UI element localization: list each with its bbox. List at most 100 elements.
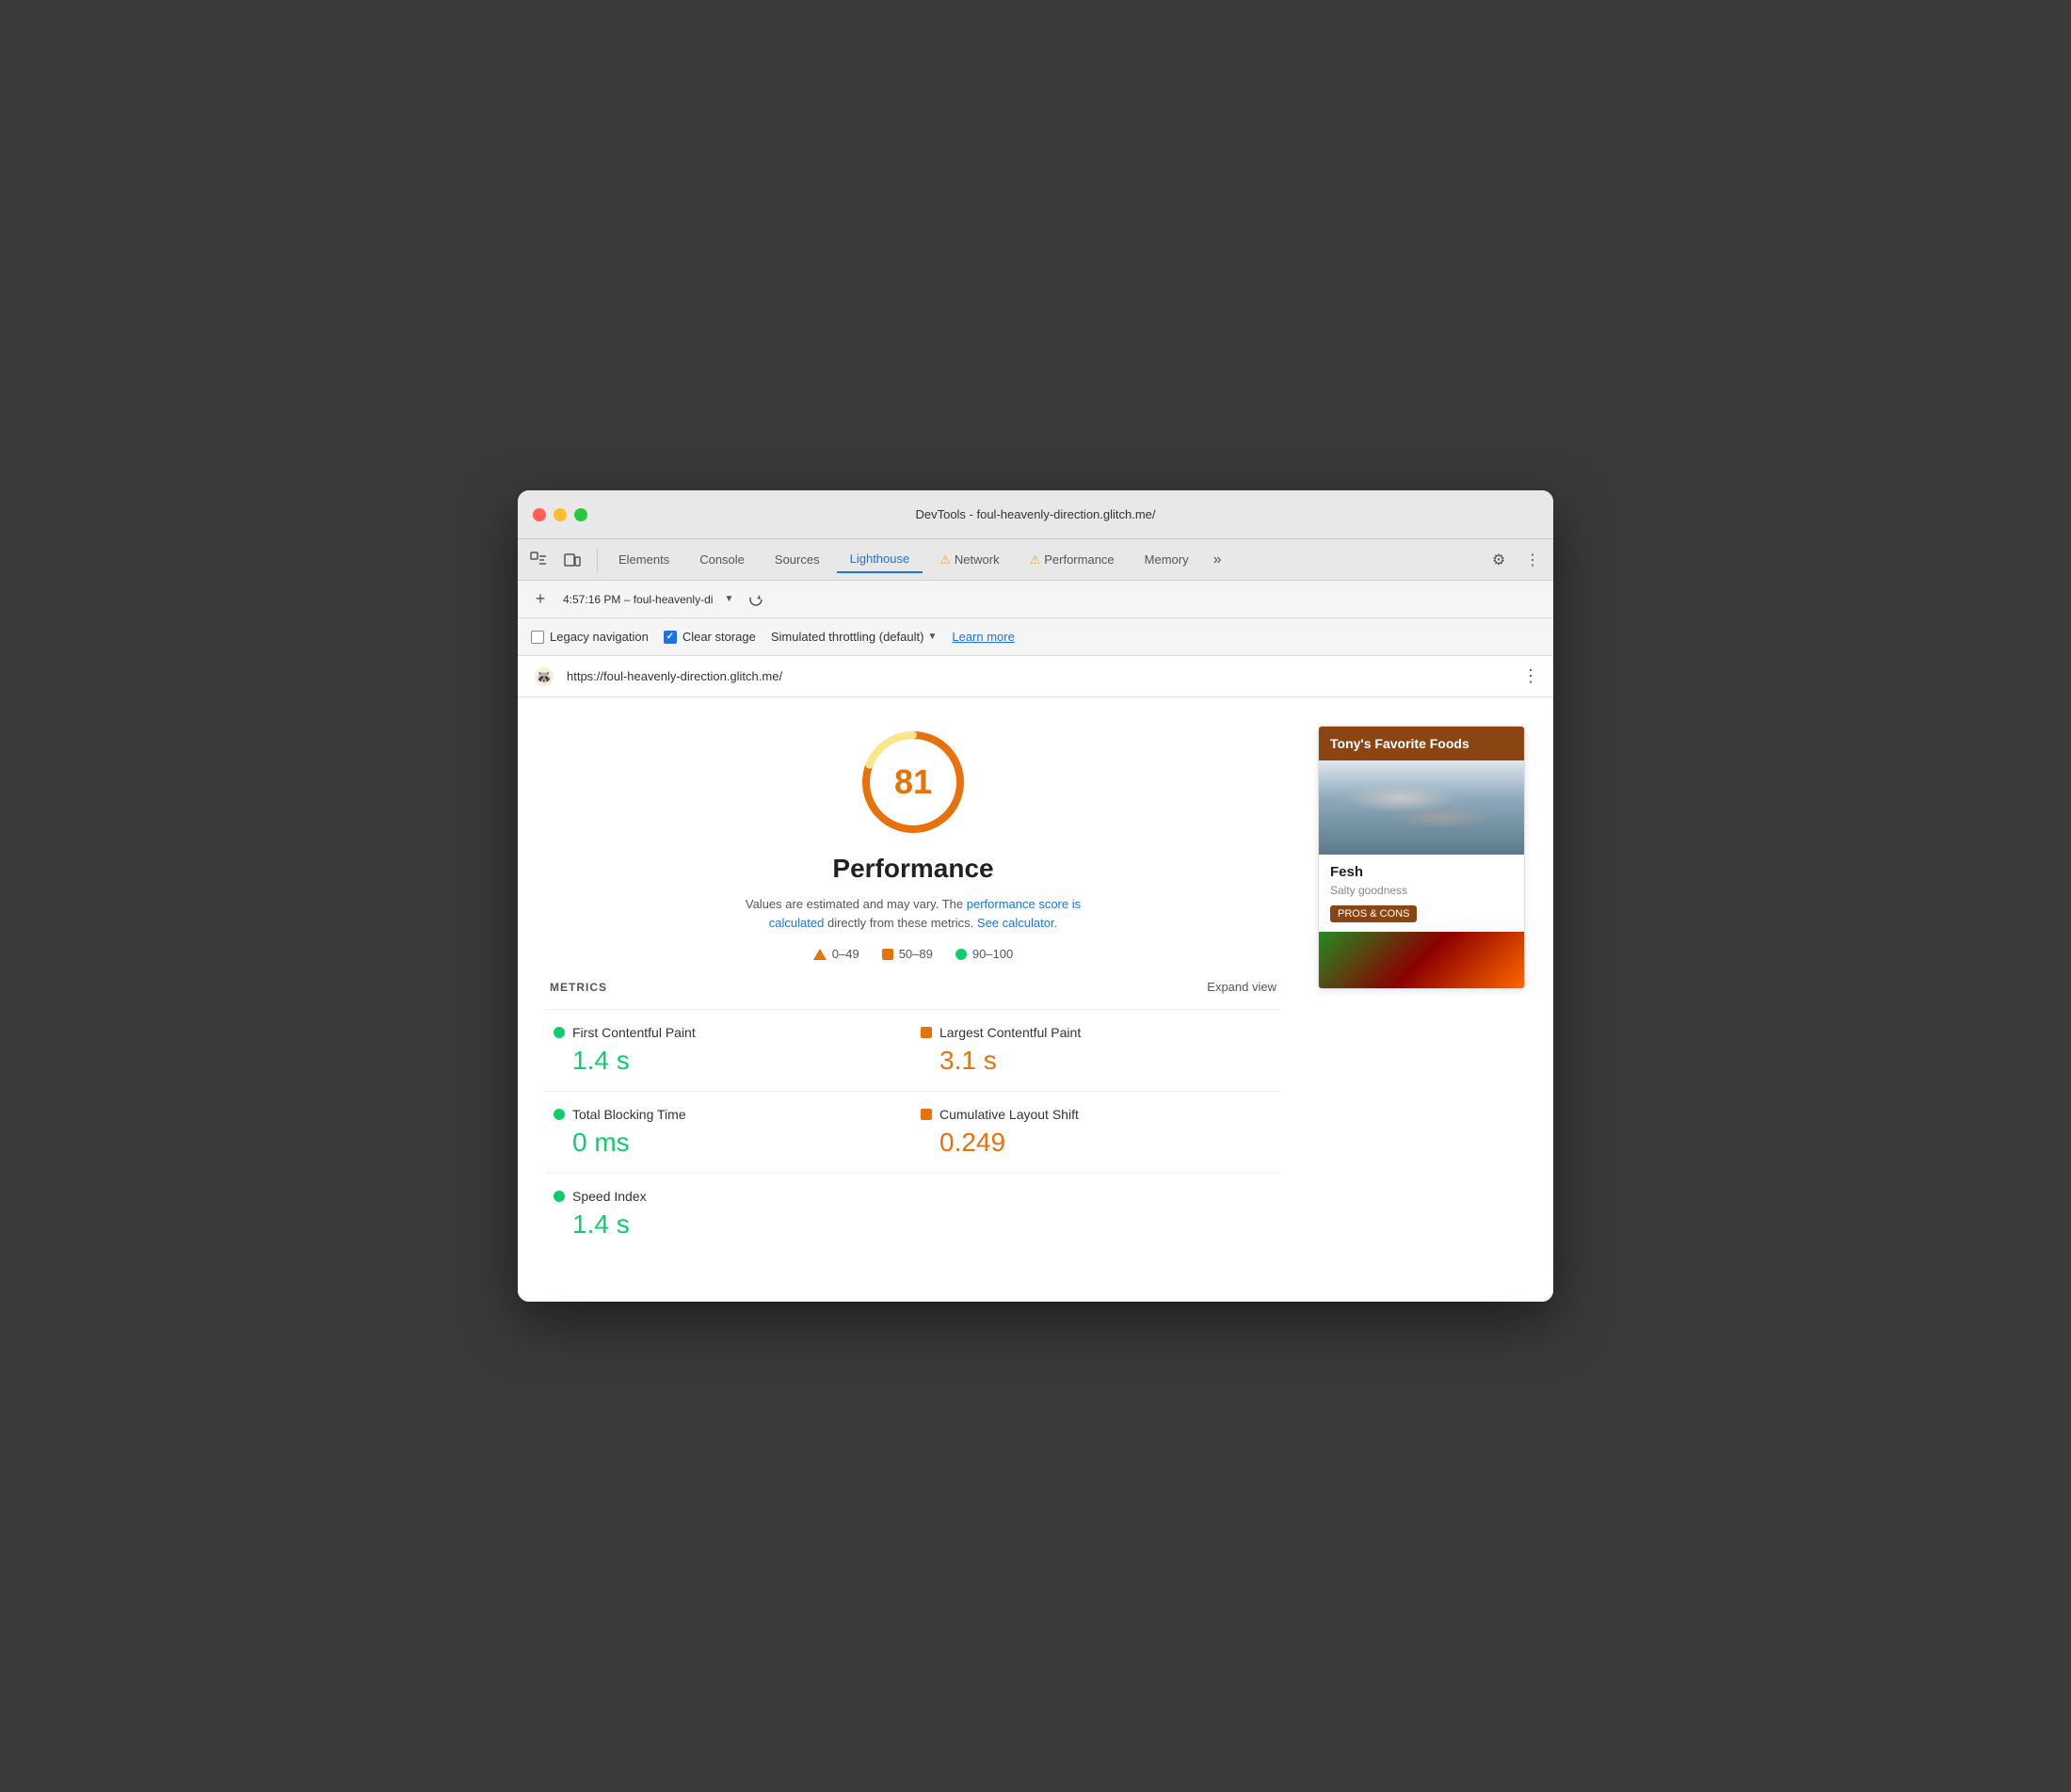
metrics-header: METRICS Expand view (546, 980, 1280, 994)
metric-lcp: Largest Contentful Paint 3.1 s (913, 1010, 1280, 1092)
session-label: 4:57:16 PM – foul-heavenly-di (563, 593, 713, 606)
tbt-dot (554, 1109, 565, 1120)
fcp-label: First Contentful Paint (572, 1025, 696, 1040)
cls-dot (921, 1109, 932, 1120)
legend-average: 50–89 (882, 947, 933, 961)
divider (597, 547, 598, 573)
left-panel: 81 Performance Values are estimated and … (546, 726, 1280, 1273)
good-range: 90–100 (972, 947, 1013, 961)
food-image-fish (1319, 760, 1524, 855)
performance-description: Values are estimated and may vary. The p… (725, 895, 1101, 932)
url-text[interactable]: https://foul-heavenly-direction.glitch.m… (567, 669, 1513, 683)
settings-icon[interactable]: ⚙ (1485, 547, 1512, 573)
site-icon: 🦝 (531, 664, 557, 690)
lcp-label: Largest Contentful Paint (939, 1025, 1081, 1040)
food-card: Tony's Favorite Foods Fesh Salty goodnes… (1318, 726, 1525, 989)
legacy-nav-checkbox[interactable] (531, 631, 544, 644)
tab-lighthouse[interactable]: Lighthouse (837, 546, 923, 573)
url-bar: 🦝 https://foul-heavenly-direction.glitch… (518, 656, 1553, 697)
device-mode-icon[interactable] (559, 547, 586, 573)
tab-console[interactable]: Console (686, 547, 758, 572)
metric-tbt: Total Blocking Time 0 ms (546, 1092, 913, 1174)
tbt-label-row: Total Blocking Time (554, 1107, 906, 1122)
throttle-dropdown[interactable]: Simulated throttling (default) ▼ (771, 630, 938, 644)
cls-label: Cumulative Layout Shift (939, 1107, 1079, 1122)
throttle-label: Simulated throttling (default) (771, 630, 924, 644)
tab-performance[interactable]: ⚠ Performance (1017, 547, 1128, 573)
fail-icon (813, 949, 827, 960)
session-toolbar: + 4:57:16 PM – foul-heavenly-di ▼ (518, 581, 1553, 618)
metric-cls: Cumulative Layout Shift 0.249 (913, 1092, 1280, 1174)
fcp-value: 1.4 s (554, 1046, 906, 1076)
score-circle: 81 (857, 726, 970, 839)
legend-fail: 0–49 (813, 947, 859, 961)
lcp-label-row: Largest Contentful Paint (921, 1025, 1273, 1040)
tabs-bar: Elements Console Sources Lighthouse ⚠ Ne… (518, 539, 1553, 581)
food-image2 (1319, 932, 1524, 988)
tabs-right: ⚙ ⋮ (1485, 547, 1546, 573)
pros-cons-button[interactable]: PROS & CONS (1330, 905, 1417, 922)
more-tabs-button[interactable]: » (1206, 548, 1229, 572)
add-session-button[interactable]: + (529, 588, 552, 611)
clear-storage-checkbox[interactable] (664, 631, 677, 644)
learn-more-link[interactable]: Learn more (952, 630, 1014, 644)
session-dropdown-arrow[interactable]: ▼ (724, 594, 733, 604)
devtools-window: DevTools - foul-heavenly-direction.glitc… (518, 490, 1553, 1302)
desc-text: Values are estimated and may vary. The (746, 897, 963, 911)
tab-network[interactable]: ⚠ Network (926, 547, 1012, 573)
si-value: 1.4 s (554, 1209, 906, 1240)
fish-image-bg (1319, 760, 1524, 855)
options-bar: Legacy navigation Clear storage Simulate… (518, 618, 1553, 656)
tab-sources[interactable]: Sources (762, 547, 833, 572)
si-label: Speed Index (572, 1189, 647, 1204)
good-icon (955, 949, 967, 960)
food-card-header: Tony's Favorite Foods (1319, 727, 1524, 760)
food-details: Fesh Salty goodness PROS & CONS (1319, 855, 1524, 932)
right-panel: Tony's Favorite Foods Fesh Salty goodnes… (1318, 726, 1525, 1273)
score-number: 81 (894, 762, 932, 802)
tab-memory[interactable]: Memory (1132, 547, 1202, 572)
inspect-icon[interactable] (525, 547, 552, 573)
fcp-label-row: First Contentful Paint (554, 1025, 906, 1040)
si-dot (554, 1191, 565, 1202)
window-title: DevTools - foul-heavenly-direction.glitc… (915, 507, 1155, 521)
title-bar: DevTools - foul-heavenly-direction.glitc… (518, 490, 1553, 539)
traffic-lights (533, 508, 587, 521)
minimize-button[interactable] (554, 508, 567, 521)
throttle-arrow: ▼ (927, 632, 937, 642)
url-more-button[interactable]: ⋮ (1522, 666, 1540, 686)
expand-view-button[interactable]: Expand view (1207, 980, 1276, 994)
metrics-title: METRICS (550, 981, 607, 994)
reload-button[interactable] (745, 588, 767, 611)
clear-storage-option[interactable]: Clear storage (664, 630, 756, 644)
calculator-link[interactable]: See calculator. (977, 916, 1057, 930)
close-button[interactable] (533, 508, 546, 521)
metric-fcp: First Contentful Paint 1.4 s (546, 1010, 913, 1092)
main-content: 81 Performance Values are estimated and … (518, 697, 1553, 1302)
metric-si: Speed Index 1.4 s (546, 1174, 913, 1255)
network-warning-icon: ⚠ (939, 552, 951, 568)
average-range: 50–89 (899, 947, 933, 961)
cls-value: 0.249 (921, 1128, 1273, 1158)
clear-storage-label: Clear storage (682, 630, 756, 644)
food-description: Salty goodness (1330, 884, 1513, 897)
si-label-row: Speed Index (554, 1189, 906, 1204)
more-options-icon[interactable]: ⋮ (1519, 547, 1546, 573)
maximize-button[interactable] (574, 508, 587, 521)
legacy-nav-option[interactable]: Legacy navigation (531, 630, 649, 644)
cls-label-row: Cumulative Layout Shift (921, 1107, 1273, 1122)
score-legend: 0–49 50–89 90–100 (813, 947, 1013, 961)
desc-middle: directly from these metrics. (827, 916, 977, 930)
performance-warning-icon: ⚠ (1030, 552, 1041, 568)
tab-elements[interactable]: Elements (605, 547, 682, 572)
fail-range: 0–49 (832, 947, 859, 961)
legacy-nav-label: Legacy navigation (550, 630, 649, 644)
fcp-dot (554, 1027, 565, 1038)
food-name: Fesh (1330, 864, 1513, 880)
metrics-section: METRICS Expand view First Contentful Pai… (546, 980, 1280, 1273)
score-container: 81 Performance Values are estimated and … (546, 726, 1280, 961)
lcp-dot (921, 1027, 932, 1038)
performance-title: Performance (832, 854, 993, 884)
legend-good: 90–100 (955, 947, 1013, 961)
tbt-value: 0 ms (554, 1128, 906, 1158)
